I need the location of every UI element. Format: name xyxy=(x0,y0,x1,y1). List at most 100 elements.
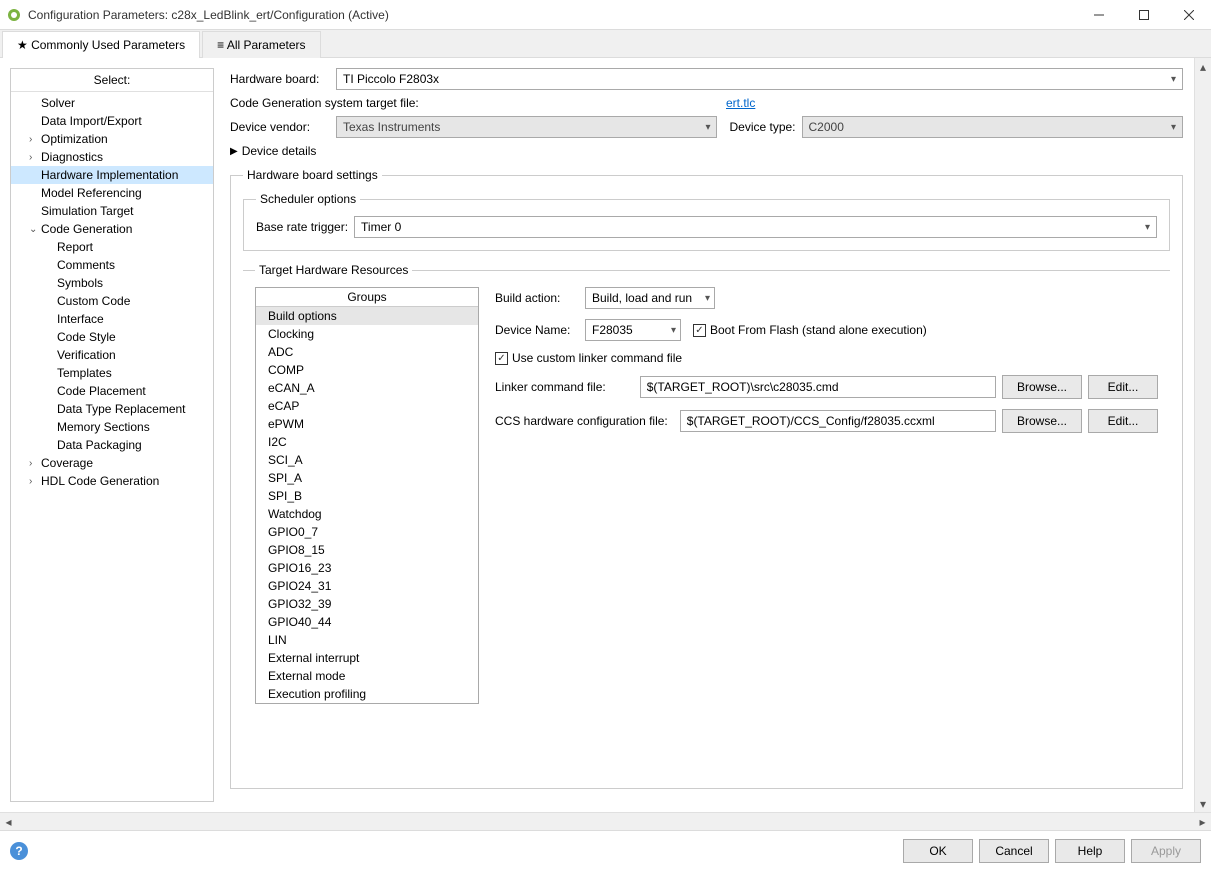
tree-node-solver[interactable]: Solver xyxy=(11,94,213,112)
tree-node-simulation-target[interactable]: Simulation Target xyxy=(11,202,213,220)
hbs-legend: Hardware board settings xyxy=(243,168,382,182)
group-item-comp[interactable]: COMP xyxy=(256,361,478,379)
tree-node-code-placement[interactable]: Code Placement xyxy=(11,382,213,400)
checkbox-icon: ✓ xyxy=(693,324,706,337)
tree-node-comments[interactable]: Comments xyxy=(11,256,213,274)
tab-all-parameters[interactable]: ≡ All Parameters xyxy=(202,31,320,58)
expander-icon: ⌄ xyxy=(29,224,41,235)
hardware-board-settings-group: Hardware board settings Scheduler option… xyxy=(230,168,1183,789)
device-name-value: F28035 xyxy=(592,323,633,337)
tree-node-model-referencing[interactable]: Model Referencing xyxy=(11,184,213,202)
tree-node-label: Solver xyxy=(41,96,75,110)
boot-from-flash-label: Boot From Flash (stand alone execution) xyxy=(710,323,927,337)
maximize-button[interactable] xyxy=(1121,0,1166,30)
device-vendor-value: Texas Instruments xyxy=(343,120,440,134)
group-item-lin[interactable]: LIN xyxy=(256,631,478,649)
group-item-i2c[interactable]: I2C xyxy=(256,433,478,451)
scroll-down-icon[interactable]: ▾ xyxy=(1195,795,1211,812)
tree-node-templates[interactable]: Templates xyxy=(11,364,213,382)
group-item-ecap[interactable]: eCAP xyxy=(256,397,478,415)
scroll-left-icon[interactable]: ◂ xyxy=(0,813,17,830)
ccs-edit-button[interactable]: Edit... xyxy=(1088,409,1158,433)
group-item-gpio8-15[interactable]: GPIO8_15 xyxy=(256,541,478,559)
tree-node-diagnostics[interactable]: ›Diagnostics xyxy=(11,148,213,166)
group-item-ecan-a[interactable]: eCAN_A xyxy=(256,379,478,397)
codegen-target-link[interactable]: ert.tlc xyxy=(726,96,755,110)
apply-button[interactable]: Apply xyxy=(1131,839,1201,863)
vertical-scrollbar[interactable]: ▴ ▾ xyxy=(1194,58,1211,812)
group-item-sci-a[interactable]: SCI_A xyxy=(256,451,478,469)
tree-node-hardware-implementation[interactable]: Hardware Implementation xyxy=(11,166,213,184)
device-name-label: Device Name: xyxy=(495,323,579,337)
group-item-watchdog[interactable]: Watchdog xyxy=(256,505,478,523)
scroll-up-icon[interactable]: ▴ xyxy=(1195,58,1211,75)
help-button[interactable]: Help xyxy=(1055,839,1125,863)
tree-node-hdl-code-generation[interactable]: ›HDL Code Generation xyxy=(11,472,213,490)
tree-node-label: Memory Sections xyxy=(57,420,150,434)
tree-node-data-type-replacement[interactable]: Data Type Replacement xyxy=(11,400,213,418)
build-action-dropdown[interactable]: Build, load and run ▾ xyxy=(585,287,715,309)
tree-node-data-packaging[interactable]: Data Packaging xyxy=(11,436,213,454)
linker-edit-button[interactable]: Edit... xyxy=(1088,375,1158,399)
linker-command-file-label: Linker command file: xyxy=(495,380,606,394)
tree-node-data-import-export[interactable]: Data Import/Export xyxy=(11,112,213,130)
scheduler-legend: Scheduler options xyxy=(256,192,360,206)
group-item-spi-b[interactable]: SPI_B xyxy=(256,487,478,505)
tree-node-coverage[interactable]: ›Coverage xyxy=(11,454,213,472)
ccs-browse-button[interactable]: Browse... xyxy=(1002,409,1082,433)
group-item-spi-a[interactable]: SPI_A xyxy=(256,469,478,487)
group-item-execution-profiling[interactable]: Execution profiling xyxy=(256,685,478,703)
group-item-gpio16-23[interactable]: GPIO16_23 xyxy=(256,559,478,577)
linker-command-file-input[interactable] xyxy=(640,376,996,398)
device-type-dropdown[interactable]: C2000 ▾ xyxy=(802,116,1183,138)
group-item-gpio40-44[interactable]: GPIO40_44 xyxy=(256,613,478,631)
chevron-down-icon: ▾ xyxy=(705,122,710,133)
base-rate-trigger-dropdown[interactable]: Timer 0 ▾ xyxy=(354,216,1157,238)
chevron-down-icon: ▾ xyxy=(705,293,710,304)
scroll-right-icon[interactable]: ▸ xyxy=(1194,813,1211,830)
tree-node-code-generation[interactable]: ⌄Code Generation xyxy=(11,220,213,238)
tree-node-label: HDL Code Generation xyxy=(41,474,159,488)
tab-commonly-used[interactable]: ★ Commonly Used Parameters xyxy=(2,31,200,58)
group-item-gpio32-39[interactable]: GPIO32_39 xyxy=(256,595,478,613)
group-item-external-mode[interactable]: External mode xyxy=(256,667,478,685)
linker-browse-button[interactable]: Browse... xyxy=(1002,375,1082,399)
close-button[interactable] xyxy=(1166,0,1211,30)
device-vendor-dropdown[interactable]: Texas Instruments ▾ xyxy=(336,116,717,138)
ok-button[interactable]: OK xyxy=(903,839,973,863)
tree-node-custom-code[interactable]: Custom Code xyxy=(11,292,213,310)
tree-node-symbols[interactable]: Symbols xyxy=(11,274,213,292)
tree-node-verification[interactable]: Verification xyxy=(11,346,213,364)
select-header: Select: xyxy=(11,69,213,92)
tree-node-report[interactable]: Report xyxy=(11,238,213,256)
tree-node-label: Verification xyxy=(57,348,116,362)
checkbox-icon: ✓ xyxy=(495,352,508,365)
horizontal-scrollbar[interactable]: ◂ ▸ xyxy=(0,812,1211,830)
cancel-button[interactable]: Cancel xyxy=(979,839,1049,863)
tree-node-label: Model Referencing xyxy=(41,186,142,200)
group-item-gpio24-31[interactable]: GPIO24_31 xyxy=(256,577,478,595)
ccs-config-file-input[interactable] xyxy=(680,410,996,432)
group-item-build-options[interactable]: Build options xyxy=(256,307,478,325)
boot-from-flash-checkbox[interactable]: ✓ Boot From Flash (stand alone execution… xyxy=(693,323,927,337)
minimize-button[interactable] xyxy=(1076,0,1121,30)
use-custom-linker-checkbox[interactable]: ✓ Use custom linker command file xyxy=(495,351,682,365)
tree-node-code-style[interactable]: Code Style xyxy=(11,328,213,346)
group-item-clocking[interactable]: Clocking xyxy=(256,325,478,343)
device-details-toggle[interactable]: ▶ Device details xyxy=(230,144,1183,158)
device-name-dropdown[interactable]: F28035 ▾ xyxy=(585,319,681,341)
group-item-external-interrupt[interactable]: External interrupt xyxy=(256,649,478,667)
group-item-adc[interactable]: ADC xyxy=(256,343,478,361)
group-item-gpio0-7[interactable]: GPIO0_7 xyxy=(256,523,478,541)
tree-node-interface[interactable]: Interface xyxy=(11,310,213,328)
group-item-epwm[interactable]: ePWM xyxy=(256,415,478,433)
chevron-down-icon: ▾ xyxy=(671,325,676,336)
tree-node-memory-sections[interactable]: Memory Sections xyxy=(11,418,213,436)
help-icon[interactable]: ? xyxy=(10,842,28,860)
tree-node-label: Custom Code xyxy=(57,294,130,308)
build-action-label: Build action: xyxy=(495,291,579,305)
hardware-board-dropdown[interactable]: TI Piccolo F2803x ▾ xyxy=(336,68,1183,90)
category-tree: Select: Solver Data Import/Export›Optimiz… xyxy=(10,68,214,802)
tree-node-optimization[interactable]: ›Optimization xyxy=(11,130,213,148)
use-custom-linker-label: Use custom linker command file xyxy=(512,351,682,365)
